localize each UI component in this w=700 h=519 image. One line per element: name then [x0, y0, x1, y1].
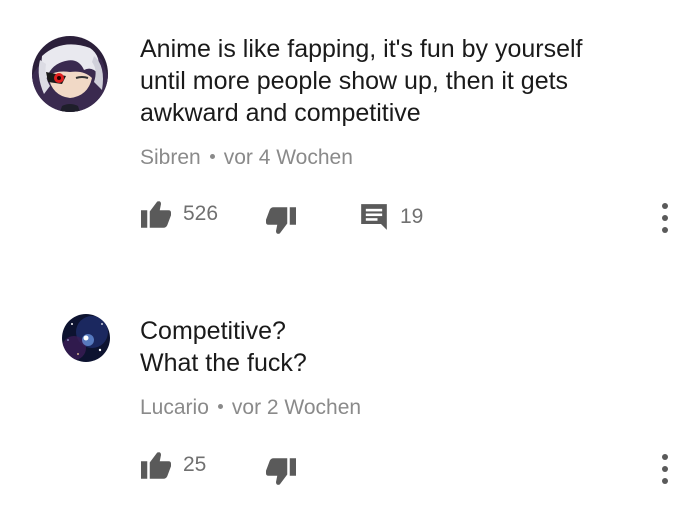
avatar[interactable] — [62, 314, 110, 362]
comment-text: Anime is like fapping, it's fun by yours… — [140, 33, 582, 129]
thumb-down-icon — [266, 458, 296, 485]
comment-text: Competitive? What the fuck? — [140, 315, 307, 379]
thumb-up-icon — [141, 452, 171, 479]
comment-meta: Sibren vor 4 Wochen — [140, 146, 353, 170]
more-vertical-icon — [662, 466, 668, 472]
author-name[interactable]: Lucario — [140, 396, 209, 419]
comment-time: vor 2 Wochen — [231, 396, 362, 419]
more-vertical-icon — [662, 454, 668, 460]
like-count: 25 — [183, 453, 207, 476]
more-options-button[interactable] — [658, 203, 672, 233]
reply-button[interactable]: 19 — [360, 203, 423, 231]
separator-dot — [209, 153, 215, 159]
dislike-button[interactable] — [266, 207, 296, 235]
comment-thread-2: Competitive? What the fuck? Lucario vor 2… — [0, 260, 700, 519]
comment-text-line: Anime is like fapping, it's fun by yours… — [140, 35, 583, 63]
more-options-button[interactable] — [658, 454, 672, 484]
reply-count: 19 — [400, 205, 424, 228]
comment-text-line: awkward and competitive — [140, 99, 421, 127]
more-vertical-icon — [662, 478, 668, 484]
comment-text-line: Competitive? — [140, 317, 286, 345]
thumb-up-icon — [141, 201, 171, 228]
like-count: 526 — [183, 202, 219, 225]
like-button[interactable]: 25 — [141, 451, 206, 479]
comment-meta: Lucario vor 2 Wochen — [140, 396, 361, 420]
more-vertical-icon — [662, 203, 668, 209]
avatar[interactable] — [32, 36, 108, 112]
more-vertical-icon — [662, 227, 668, 233]
more-vertical-icon — [662, 215, 668, 221]
comment-text-line: until more people show up, then it gets — [140, 67, 569, 95]
author-name[interactable]: Sibren — [140, 146, 201, 169]
comment-text-line: What the fuck? — [140, 349, 307, 377]
comment-time: vor 4 Wochen — [223, 146, 353, 169]
comment-icon — [361, 204, 387, 230]
thumb-down-icon — [266, 207, 296, 234]
comment-thread-1: Anime is like fapping, it's fun by yours… — [0, 0, 700, 260]
anime-character-avatar-icon — [32, 36, 108, 112]
separator-dot — [217, 403, 223, 409]
dislike-button[interactable] — [266, 458, 296, 486]
galaxy-avatar-icon — [62, 314, 110, 362]
like-button[interactable]: 526 — [141, 200, 218, 228]
